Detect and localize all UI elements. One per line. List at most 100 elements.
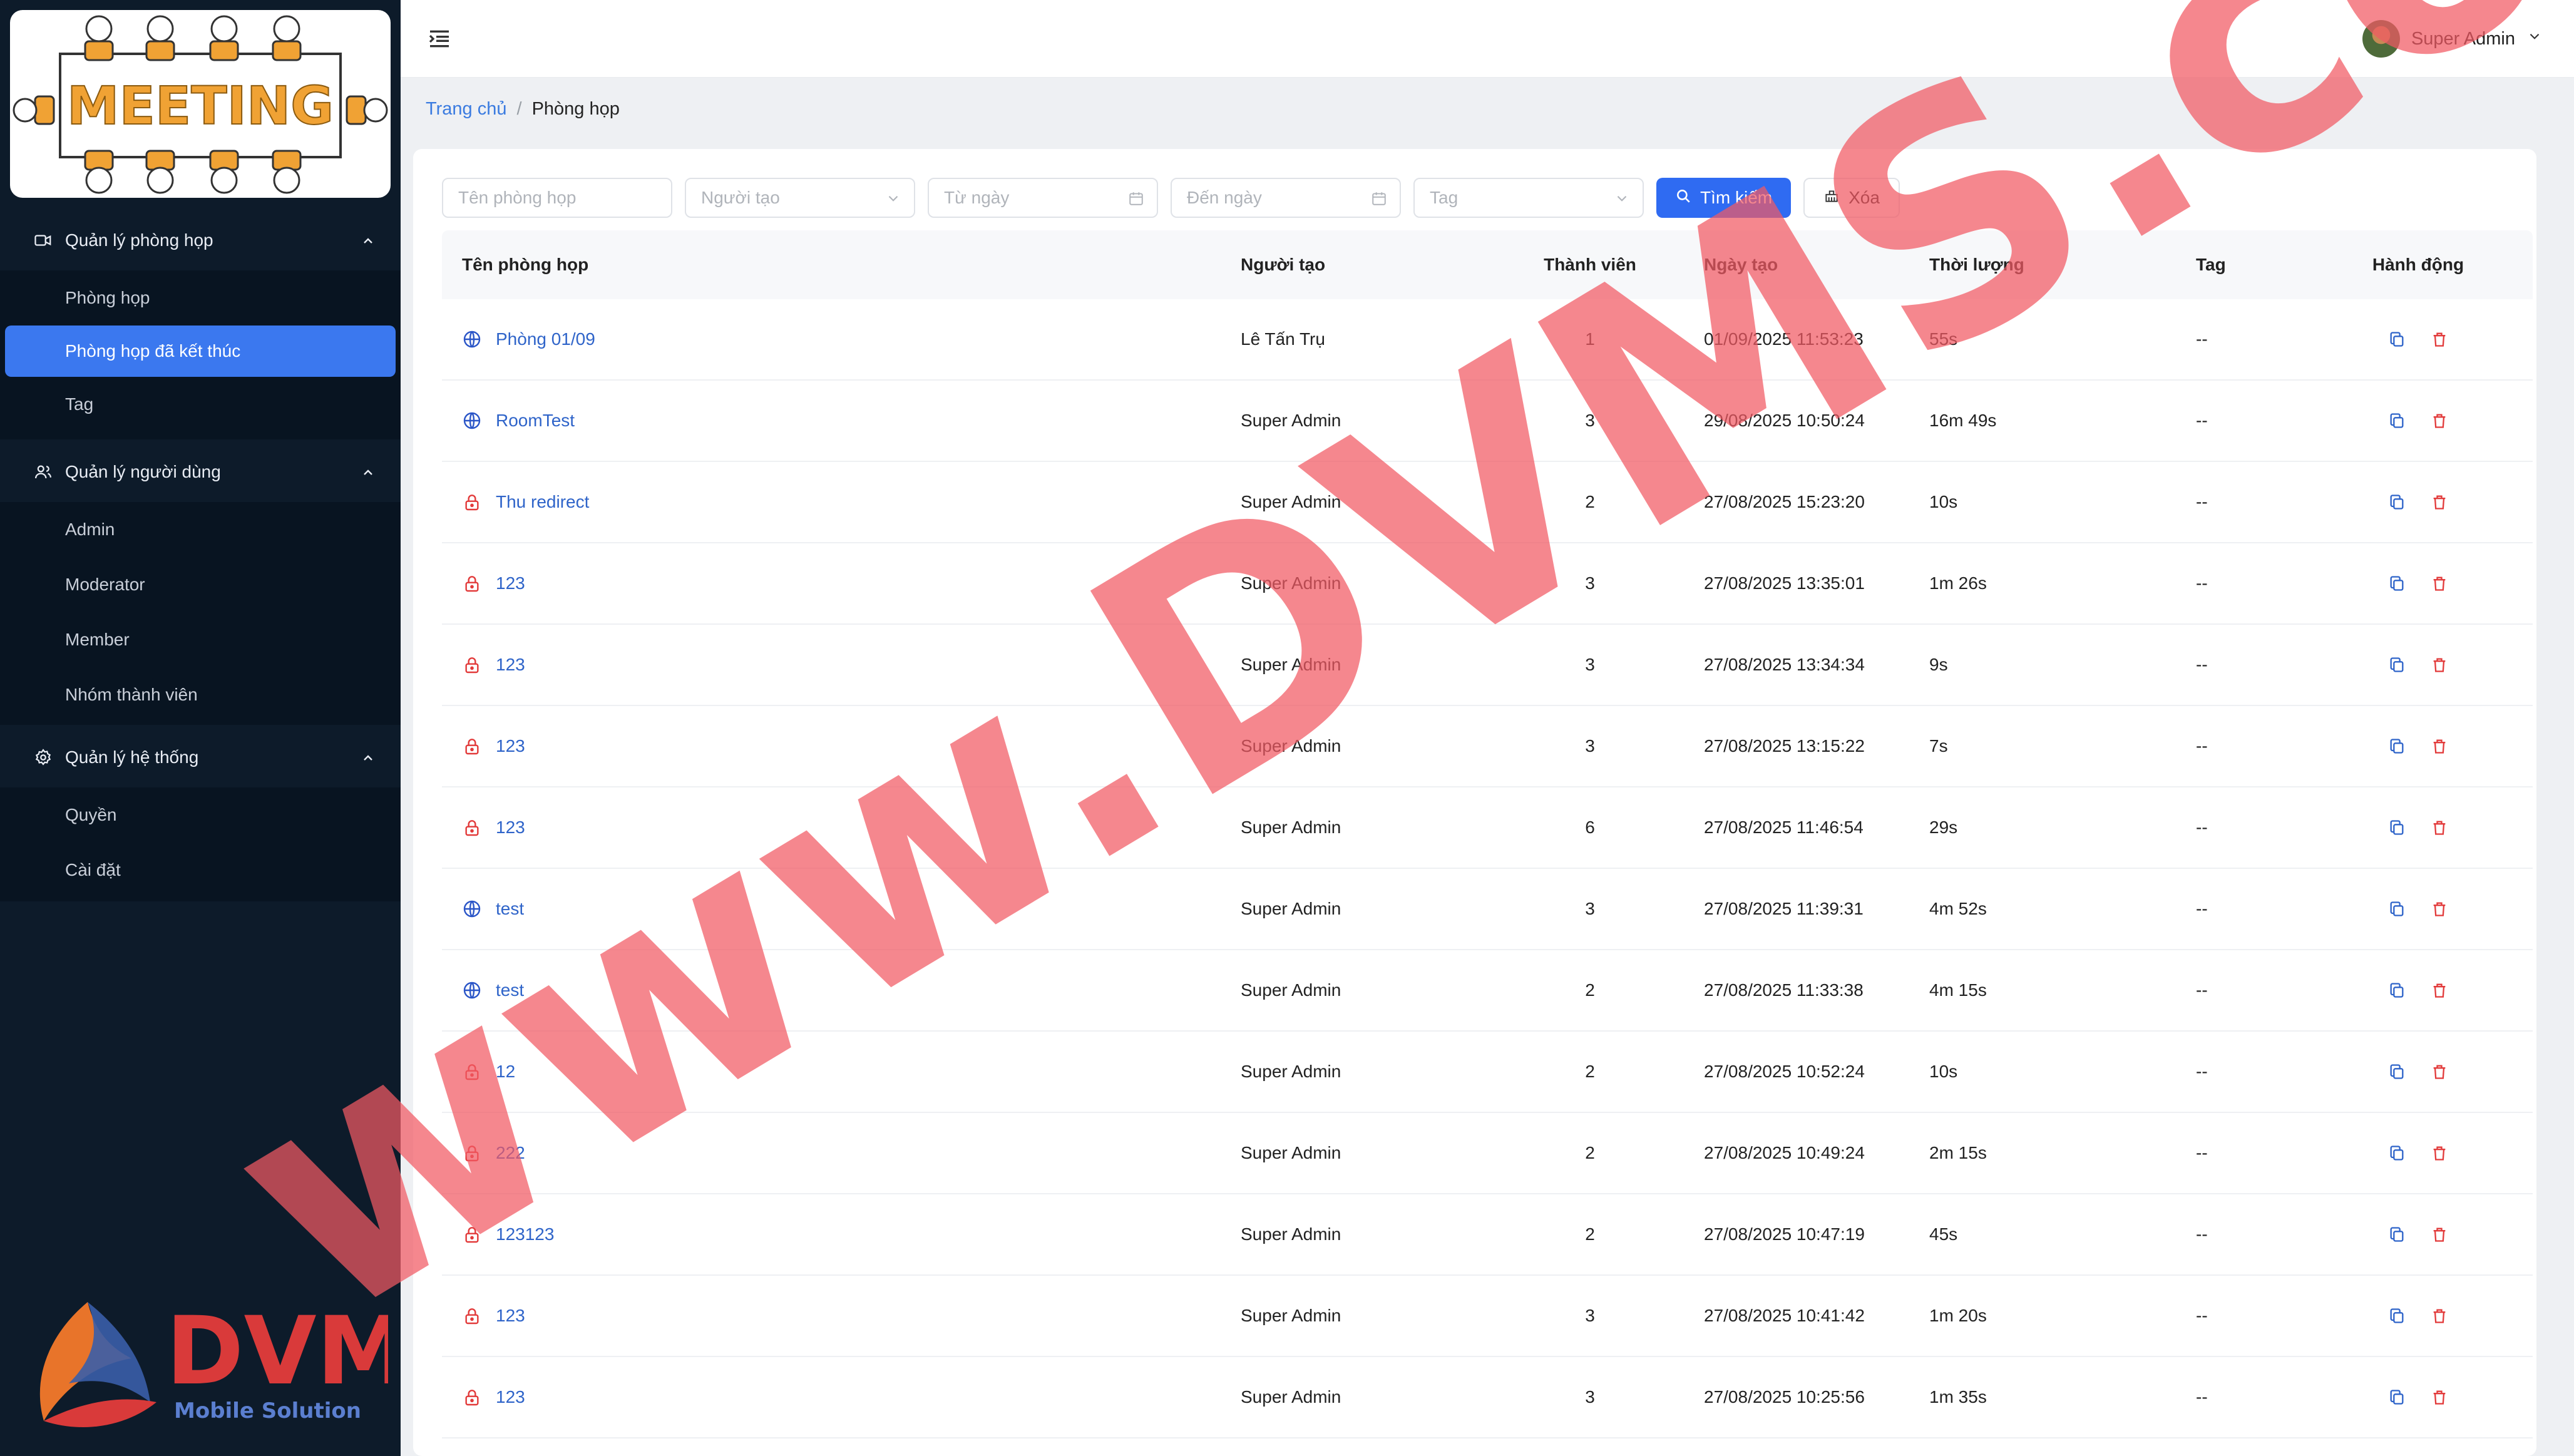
sidebar-item-tag[interactable]: Tag — [0, 377, 401, 432]
cell-actions — [2304, 1063, 2533, 1080]
meeting-logo[interactable]: MEETING — [10, 10, 391, 198]
copy-icon[interactable] — [2388, 1063, 2406, 1080]
room-name-link[interactable]: 123 — [496, 1387, 525, 1407]
cell-duration: 45s — [1929, 1224, 1958, 1244]
table-row[interactable]: 123 Super Admin 3 27/08/2025 13:35:01 1m 26s… — [442, 543, 2533, 625]
copy-icon[interactable] — [2388, 412, 2406, 429]
chevron-down-icon — [2526, 28, 2543, 49]
from-date-picker[interactable]: Từ ngày — [928, 178, 1158, 218]
delete-icon[interactable] — [2431, 982, 2448, 999]
sidebar-group-system-management[interactable]: Quản lý hệ thống — [0, 727, 401, 787]
table-row[interactable]: 123 Super Admin 6 27/08/2025 11:46:54 29s -- — [442, 787, 2533, 869]
table-row[interactable]: 12 Super Admin 2 27/08/2025 10:52:24 10s -- — [442, 1032, 2533, 1113]
delete-icon[interactable] — [2431, 737, 2448, 755]
clear-icon — [1823, 188, 1840, 208]
table-row[interactable]: 123 Super Admin 3 27/08/2025 10:41:42 1m 20s… — [442, 1276, 2533, 1357]
room-name-link[interactable]: Thu redirect — [496, 492, 589, 512]
breadcrumb-home[interactable]: Trang chủ — [426, 99, 507, 120]
table-row[interactable]: test Super Admin 3 27/08/2025 11:39:31 4m 52… — [442, 869, 2533, 950]
sidebar-item-ended-meetings[interactable]: Phòng họp đã kết thúc — [5, 326, 396, 377]
creator-select[interactable]: Người tạo — [685, 178, 915, 218]
sidebar-item-moderator[interactable]: Moderator — [0, 557, 401, 612]
cell-room-name: Phòng 01/09 — [442, 329, 1221, 349]
table-row[interactable]: Phòng 01/09 Lê Tấn Trụ 1 01/09/2025 11:53:2… — [442, 299, 2533, 381]
table-row[interactable]: Thu redirect Super Admin 2 27/08/2025 15:23… — [442, 462, 2533, 543]
sidebar-item-permissions[interactable]: Quyền — [0, 787, 401, 843]
cell-room-name: 123 — [442, 1387, 1221, 1407]
copy-icon[interactable] — [2388, 737, 2406, 755]
room-name-link[interactable]: RoomTest — [496, 411, 575, 431]
sidebar-item-meeting-rooms[interactable]: Phòng họp — [0, 270, 401, 326]
copy-icon[interactable] — [2388, 656, 2406, 674]
col-members[interactable]: Thành viên — [1496, 255, 1684, 275]
delete-icon[interactable] — [2431, 1388, 2448, 1406]
copy-icon[interactable] — [2388, 1144, 2406, 1162]
sidebar-group-user-management[interactable]: Quản lý người dùng — [0, 442, 401, 502]
table-row[interactable]: 123 Super Admin 3 27/08/2025 13:15:22 7s -- — [442, 706, 2533, 787]
sidebar-item-member-groups[interactable]: Nhóm thành viên — [0, 667, 401, 722]
cell-created: 27/08/2025 10:47:19 — [1704, 1224, 1865, 1244]
search-button-label: Tìm kiếm — [1700, 188, 1773, 207]
copy-icon[interactable] — [2388, 493, 2406, 511]
copy-icon[interactable] — [2388, 331, 2406, 348]
col-created[interactable]: Ngày tạo — [1684, 255, 1909, 275]
room-name-link[interactable]: 12 — [496, 1062, 515, 1082]
cell-tag: -- — [2196, 1062, 2208, 1081]
menu-fold-icon[interactable] — [427, 26, 452, 51]
room-name-input[interactable]: Tên phòng họp — [442, 178, 672, 218]
search-button[interactable]: Tìm kiếm — [1656, 178, 1792, 218]
col-duration[interactable]: Thời lượng — [1909, 255, 2185, 275]
delete-icon[interactable] — [2431, 575, 2448, 592]
table-row[interactable]: 123123 Super Admin 2 27/08/2025 10:47:19 45s… — [442, 1194, 2533, 1276]
copy-icon[interactable] — [2388, 1307, 2406, 1325]
sidebar-item-settings[interactable]: Cài đặt — [0, 843, 401, 898]
delete-icon[interactable] — [2431, 1144, 2448, 1162]
delete-icon[interactable] — [2431, 1063, 2448, 1080]
cell-actions — [2304, 982, 2533, 999]
sidebar-item-member[interactable]: Member — [0, 612, 401, 667]
copy-icon[interactable] — [2388, 575, 2406, 592]
copy-icon[interactable] — [2388, 982, 2406, 999]
delete-icon[interactable] — [2431, 493, 2448, 511]
to-date-picker[interactable]: Đến ngày — [1171, 178, 1401, 218]
room-name-link[interactable]: 123 — [496, 818, 525, 838]
cell-tag: -- — [2196, 492, 2208, 511]
copy-icon[interactable] — [2388, 819, 2406, 836]
copy-icon[interactable] — [2388, 1226, 2406, 1243]
sidebar-item-admin[interactable]: Admin — [0, 502, 401, 557]
col-room-name[interactable]: Tên phòng họp — [442, 255, 1221, 275]
table-row[interactable]: RoomTest Super Admin 3 29/08/2025 10:50:24 1… — [442, 381, 2533, 462]
copy-icon[interactable] — [2388, 1388, 2406, 1406]
room-name-link[interactable]: 123 — [496, 736, 525, 756]
cell-duration: 29s — [1929, 818, 1958, 837]
table-row[interactable]: 222 Super Admin 2 27/08/2025 10:49:24 2m 15s… — [442, 1113, 2533, 1194]
room-name-link[interactable]: test — [496, 899, 524, 919]
room-name-link[interactable]: 123123 — [496, 1224, 554, 1244]
sidebar-group-meeting-management[interactable]: Quản lý phòng họp — [0, 210, 401, 270]
delete-icon[interactable] — [2431, 331, 2448, 348]
brand-name: DVMS — [166, 1297, 388, 1406]
room-name-link[interactable]: 123 — [496, 655, 525, 675]
delete-icon[interactable] — [2431, 1307, 2448, 1325]
clear-button[interactable]: Xóa — [1803, 178, 1900, 218]
tag-select[interactable]: Tag — [1413, 178, 1644, 218]
copy-icon[interactable] — [2388, 900, 2406, 918]
delete-icon[interactable] — [2431, 900, 2448, 918]
delete-icon[interactable] — [2431, 656, 2448, 674]
col-creator[interactable]: Người tạo — [1221, 255, 1496, 275]
cell-creator: Super Admin — [1241, 492, 1341, 511]
room-name-link[interactable]: 222 — [496, 1143, 525, 1163]
table-row[interactable]: 123 Super Admin 3 27/08/2025 10:25:56 1m 35s… — [442, 1357, 2533, 1438]
delete-icon[interactable] — [2431, 1226, 2448, 1243]
table-row[interactable]: test Super Admin 2 27/08/2025 11:33:38 4m 15… — [442, 950, 2533, 1032]
delete-icon[interactable] — [2431, 412, 2448, 429]
col-tag[interactable]: Tag — [2185, 255, 2304, 275]
table-row[interactable]: 123 Super Admin 3 27/08/2025 13:34:34 9s -- — [442, 625, 2533, 706]
room-name-link[interactable]: test — [496, 980, 524, 1000]
user-menu[interactable]: Super Admin — [2362, 20, 2543, 58]
delete-icon[interactable] — [2431, 819, 2448, 836]
lock-icon — [462, 492, 482, 512]
room-name-link[interactable]: Phòng 01/09 — [496, 329, 595, 349]
room-name-link[interactable]: 123 — [496, 1306, 525, 1326]
room-name-link[interactable]: 123 — [496, 573, 525, 593]
